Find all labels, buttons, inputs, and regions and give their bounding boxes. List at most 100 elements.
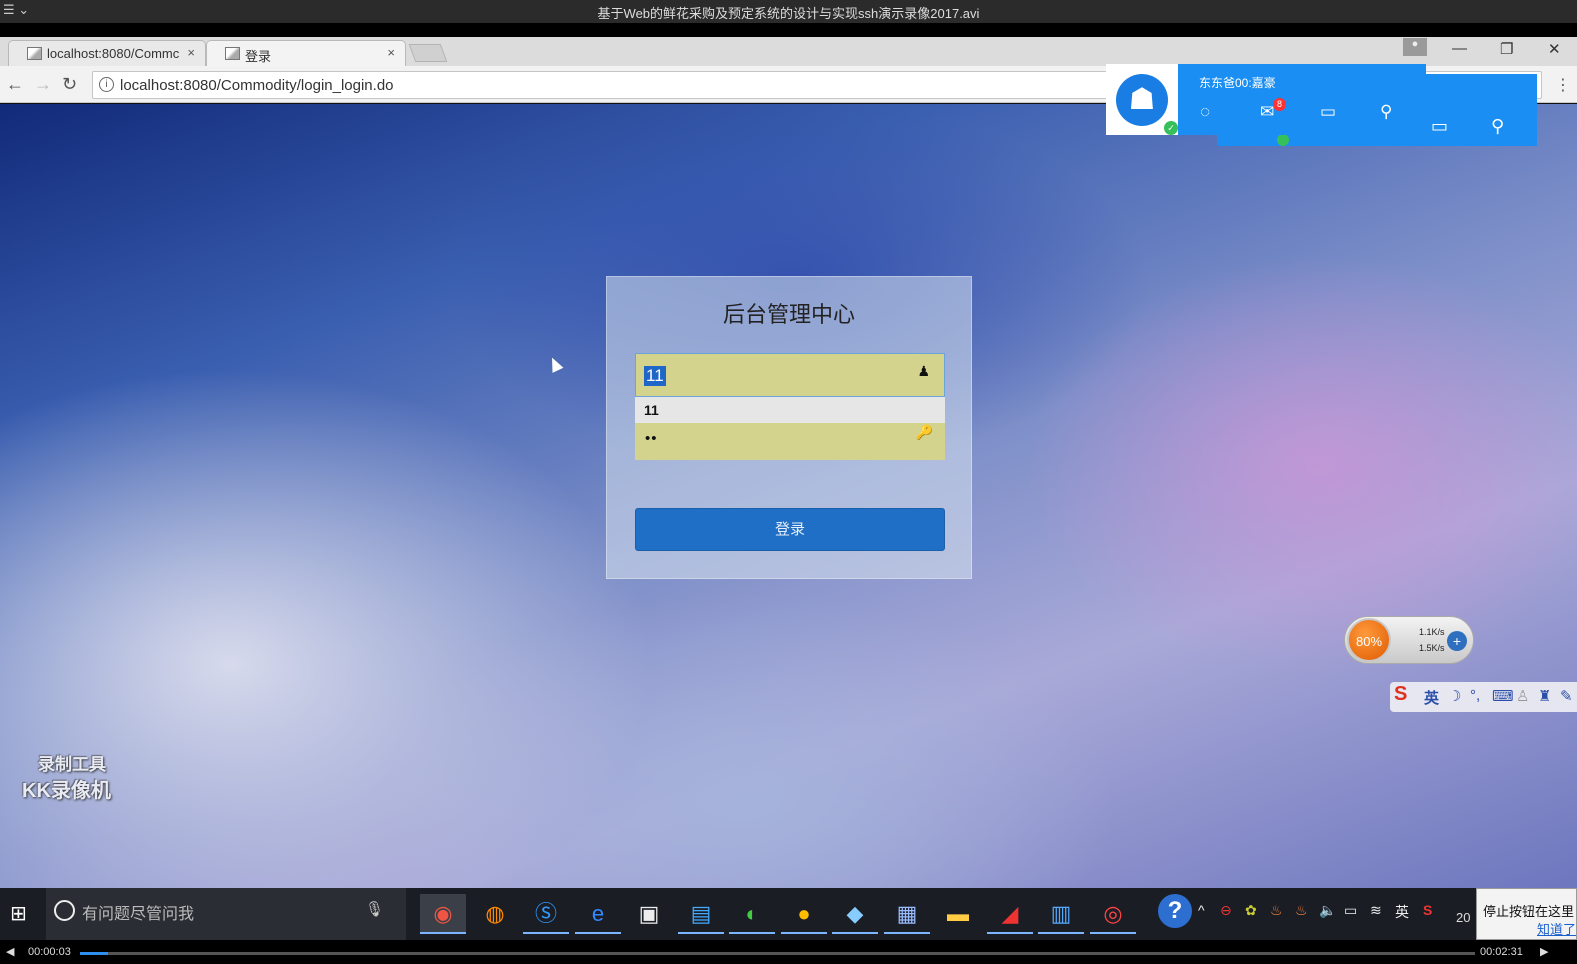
ime-mode[interactable]: 英 <box>1424 687 1439 708</box>
info-icon[interactable]: i <box>99 77 114 92</box>
help-icon[interactable]: ? <box>1158 894 1192 928</box>
minimize-icon[interactable]: — <box>1452 40 1467 57</box>
player-title: 基于Web的鲜花采购及预定系统的设计与实现ssh演示录像2017.avi <box>597 6 980 21</box>
avatar-face-icon: ☗ <box>1116 74 1168 126</box>
volume-icon[interactable]: 🔈 <box>1319 902 1336 919</box>
qq-app-icon[interactable]: ● <box>781 894 827 934</box>
search-placeholder: 有问题尽管问我 <box>82 906 195 923</box>
edge-icon[interactable]: e <box>575 894 621 934</box>
progress-track[interactable] <box>80 952 1475 955</box>
rewind-icon[interactable]: ◀ <box>6 945 14 958</box>
url-text: localhost:8080/Commodity/login_login.do <box>120 77 394 94</box>
elapsed-time: 00:00:03 <box>28 946 71 958</box>
page-background: 后台管理中心 11 ♟ 11 •• 🔑 登录 80% 1.1K/s 1.5K/s… <box>0 104 1577 888</box>
watermark-line1: 录制工具 <box>38 755 106 774</box>
boost-plus-icon[interactable]: + <box>1447 631 1467 651</box>
tab-label: 登录 <box>245 49 272 64</box>
key-icon: 🔑 <box>915 424 933 440</box>
tab-localhost[interactable]: localhost:8080/Commc × <box>8 40 206 66</box>
tray-app2-icon[interactable]: ✿ <box>1245 902 1257 919</box>
reload-icon[interactable]: ↻ <box>62 74 77 95</box>
store-icon[interactable]: ▣ <box>626 894 672 934</box>
username-input[interactable]: 11 ♟ <box>635 353 945 397</box>
tray-app4-icon[interactable]: ♨ <box>1295 902 1308 919</box>
cortana-search-input[interactable]: 有问题尽管问我 🎙 <box>46 888 406 940</box>
status-icon[interactable]: ◌ <box>1200 102 1210 122</box>
close-window-icon[interactable]: ✕ <box>1548 40 1561 58</box>
tray-app1-icon[interactable]: ⊖ <box>1220 902 1232 919</box>
clock[interactable]: 20 <box>1456 910 1470 925</box>
download-speed: 1.5K/s <box>1419 643 1445 653</box>
leaf-app-icon[interactable]: ◐ <box>729 894 775 934</box>
new-tab-button[interactable] <box>408 44 448 62</box>
moon-icon[interactable]: ☽ <box>1448 687 1461 705</box>
autocomplete-suggestion[interactable]: 11 <box>635 397 945 423</box>
mail-badge: 8 <box>1273 98 1286 111</box>
windows-start-icon[interactable]: ⊞ <box>10 901 27 926</box>
recorder-icon[interactable]: ◎ <box>1090 894 1136 934</box>
profile-icon[interactable]: ● <box>1403 38 1427 56</box>
notification-text: 停止按钮在这里 <box>1483 904 1575 919</box>
forward-icon[interactable]: ▶ <box>1540 945 1548 958</box>
net-speed-widget[interactable]: 80% 1.1K/s 1.5K/s + <box>1344 616 1474 664</box>
search-icon[interactable]: ⚲ <box>1491 116 1504 137</box>
favicon-icon <box>27 47 42 60</box>
tab-login[interactable]: 登录 × <box>206 40 406 66</box>
sogou-browser-icon[interactable]: Ⓢ <box>523 894 569 934</box>
forward-arrow-icon[interactable]: → <box>34 74 52 95</box>
player-title-bar: ☰ ⌄ 基于Web的鲜花采购及预定系统的设计与实现ssh演示录像2017.avi <box>0 0 1577 23</box>
close-tab-icon[interactable]: × <box>387 45 395 60</box>
back-arrow-icon[interactable]: ← <box>6 74 24 95</box>
progress-fill <box>80 952 108 955</box>
window-icon[interactable]: ▭ <box>1431 116 1448 137</box>
online-check-icon <box>1277 134 1289 146</box>
online-check-icon: ✓ <box>1164 121 1178 135</box>
login-panel: 后台管理中心 11 ♟ 11 •• 🔑 登录 <box>606 276 972 579</box>
password-input[interactable]: •• 🔑 <box>635 423 945 460</box>
close-tab-icon[interactable]: × <box>187 45 195 60</box>
memory-percent: 80% <box>1347 618 1391 662</box>
favicon-icon <box>225 47 240 60</box>
skin-icon[interactable]: ♜ <box>1538 687 1551 705</box>
notes-icon[interactable]: ◆ <box>832 894 878 934</box>
search-icon[interactable]: ⚲ <box>1380 102 1392 122</box>
password-value: •• <box>645 430 658 447</box>
player-controls: ◀ 00:00:03 00:02:31 ▶ <box>0 940 1577 964</box>
keyboard-icon[interactable]: ⌨ <box>1492 687 1514 705</box>
messages-icon[interactable]: ▤ <box>678 894 724 934</box>
login-title: 后台管理中心 <box>722 302 855 327</box>
folder-icon[interactable]: ▬ <box>935 894 981 934</box>
login-button[interactable]: 登录 <box>635 508 945 551</box>
qq-panel[interactable]: ☗ ✓ 东东爸00:嘉豪 ◌ ✉ 8 ▭ ⚲ <box>1106 64 1426 135</box>
battery-icon[interactable]: ▭ <box>1344 902 1357 919</box>
input-language[interactable]: 英 <box>1395 902 1409 922</box>
firefox-icon[interactable]: ◍ <box>472 894 518 934</box>
chrome-icon[interactable]: ◉ <box>420 894 466 934</box>
wifi-icon[interactable]: ≋ <box>1370 902 1382 919</box>
red-app-icon[interactable]: ◢ <box>987 894 1033 934</box>
user-center-icon[interactable]: ♙ <box>1516 687 1529 705</box>
punctuation-icon[interactable]: °, <box>1470 687 1480 704</box>
mouse-cursor-icon <box>546 355 564 373</box>
upload-speed: 1.1K/s <box>1419 627 1445 637</box>
tools-icon[interactable]: ✎ <box>1560 687 1573 705</box>
notification-dismiss-link[interactable]: 知道了 <box>1537 919 1576 938</box>
avatar[interactable]: ☗ ✓ <box>1106 64 1178 135</box>
tray-app3-icon[interactable]: ♨ <box>1270 902 1283 919</box>
ime-toolbar[interactable]: S 英 ☽ °, ⌨ ♙ ♜ ✎ <box>1390 682 1577 712</box>
tray-expand-icon[interactable]: ^ <box>1198 902 1205 918</box>
username-value: 11 <box>644 366 666 386</box>
cortana-icon <box>54 900 75 921</box>
dashboard-app-icon[interactable]: ▥ <box>1038 894 1084 934</box>
watermark-line2: KK录像机 <box>22 780 111 802</box>
notification-tooltip: 停止按钮在这里 知道了 <box>1476 888 1577 940</box>
network-app-icon[interactable]: ▦ <box>884 894 930 934</box>
microphone-icon[interactable]: 🎙 <box>365 900 384 918</box>
sogou-tray-icon[interactable]: S <box>1423 902 1432 918</box>
window-icon[interactable]: ▭ <box>1320 102 1336 122</box>
restore-icon[interactable]: ❐ <box>1500 40 1513 58</box>
tab-label: localhost:8080/Commc <box>47 46 180 61</box>
qq-username: 东东爸00:嘉豪 <box>1199 76 1276 90</box>
total-time: 00:02:31 <box>1480 946 1523 958</box>
menu-dots-icon[interactable]: ⋮ <box>1555 75 1571 95</box>
